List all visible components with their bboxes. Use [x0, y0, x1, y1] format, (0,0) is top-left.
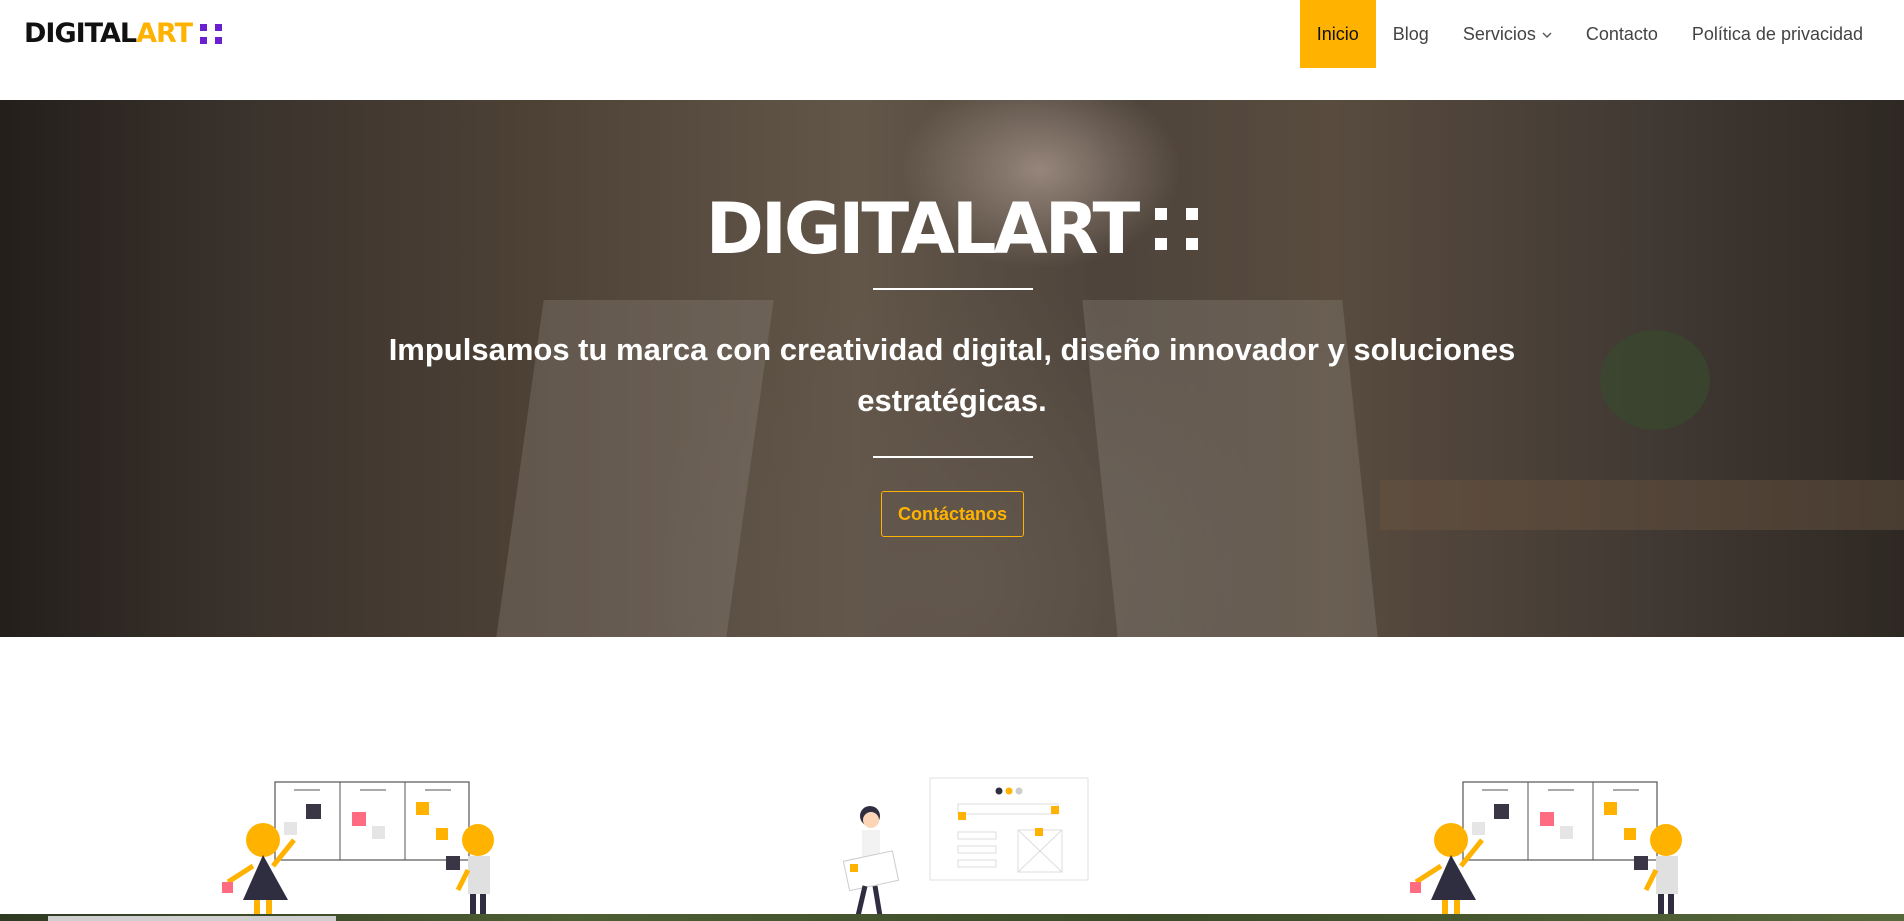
contact-cta-button[interactable]: Contáctanos [881, 491, 1024, 537]
hero-section: DIGITALART Impulsamos tu marca con creat… [0, 100, 1904, 637]
web-design-illustration [842, 777, 1089, 917]
horizontal-scrollbar[interactable] [48, 916, 336, 921]
nav-label: Servicios [1462, 23, 1536, 44]
site-logo[interactable]: DIGITAL ART [24, 18, 222, 49]
hero-divider-top [873, 288, 1033, 290]
logo-text-dark: DIGITAL [24, 18, 137, 49]
hero-divider-bottom [873, 456, 1033, 458]
hero-title-text: DIGITALART [705, 188, 1140, 270]
nav-label: Blog [1392, 23, 1429, 44]
logo-text-accent: ART [136, 18, 193, 49]
logo-dots-icon [200, 23, 222, 44]
nav-item-contacto[interactable]: Contacto [1569, 0, 1675, 68]
hero-tagline: Impulsamos tu marca con creatividad digi… [388, 332, 1516, 418]
nav-item-blog[interactable]: Blog [1376, 0, 1446, 68]
nav-label: Contacto [1585, 23, 1658, 44]
main-nav: Inicio Blog Servicios Contacto Política … [1299, 0, 1880, 68]
nav-label: Inicio [1316, 23, 1359, 44]
nav-item-privacidad[interactable]: Política de privacidad [1675, 0, 1880, 68]
hero-title: DIGITALART [0, 188, 1904, 270]
team-board-illustration [1410, 781, 1682, 920]
logo-dots-icon [1155, 208, 1199, 250]
team-board-illustration [222, 781, 494, 920]
nav-item-inicio[interactable]: Inicio [1299, 0, 1376, 68]
nav-item-servicios[interactable]: Servicios [1446, 0, 1569, 68]
site-header: DIGITAL ART Inicio Blog Servicios Contact… [0, 0, 1904, 100]
chevron-down-icon [1542, 28, 1552, 42]
nav-label: Política de privacidad [1691, 23, 1863, 44]
